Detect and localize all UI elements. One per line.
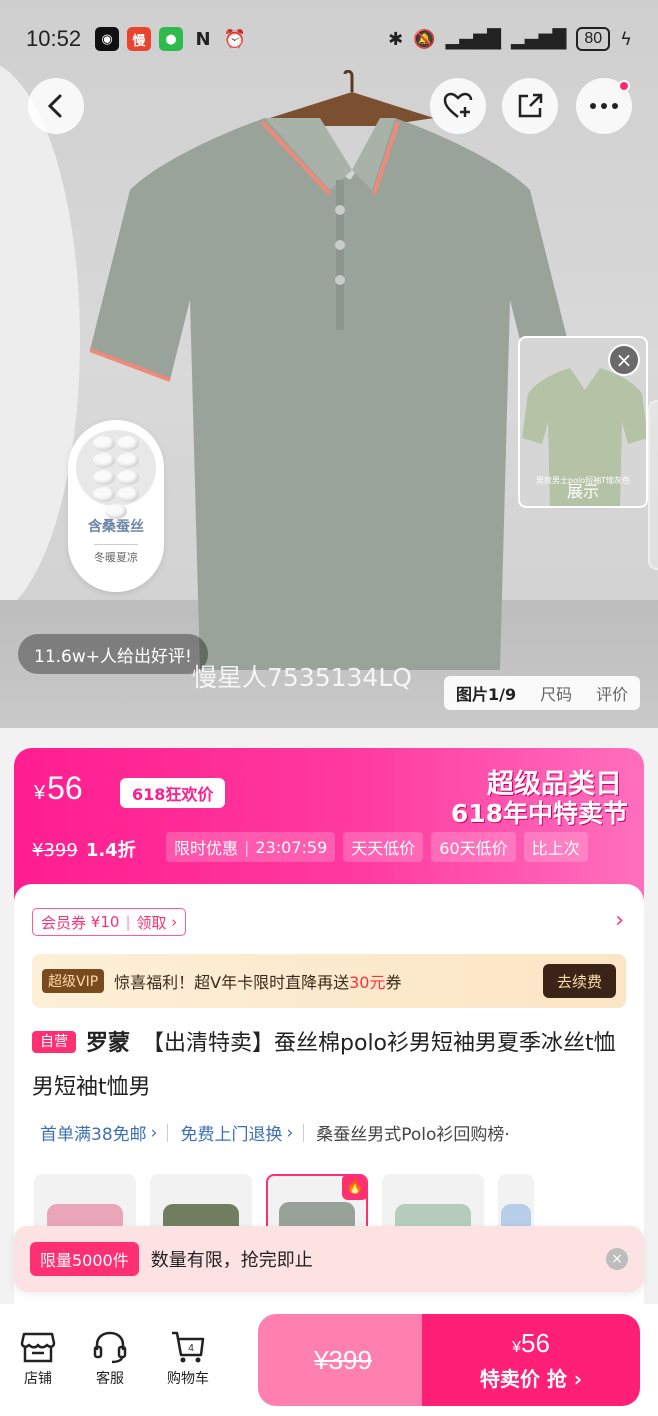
heart-plus-icon	[443, 92, 473, 118]
close-toast-button[interactable]: ×	[606, 1248, 628, 1270]
signal-icon: ▂▄▆█	[445, 28, 501, 50]
charging-icon: ϟ	[620, 28, 632, 50]
cocoon-image	[76, 430, 156, 519]
silk-badge-title: 含桑蚕丝	[88, 519, 144, 535]
chip-daily-low[interactable]: 天天低价	[343, 832, 424, 862]
bottom-action-bar: 店铺 客服 4 购物车 ¥399 ¥56 特卖价 抢 ›	[0, 1304, 658, 1416]
video-label: 展示	[566, 482, 599, 501]
festival-price-tag: 618狂欢价	[120, 778, 226, 808]
back-arrow-icon	[47, 94, 62, 118]
brand-name: 罗蒙	[86, 1031, 131, 1056]
more-dots-icon	[590, 103, 618, 109]
vip-text: 惊喜福利！超V年卡限时直降再送30元券	[114, 973, 402, 992]
buy-now-button[interactable]: ¥56 特卖价 抢 ›	[422, 1314, 640, 1406]
store-icon	[20, 1332, 56, 1363]
discount-rate: 1.4折	[85, 840, 136, 861]
side-panel-handle[interactable]	[648, 400, 658, 570]
review-count-pill: 11.6w+人给出好评!	[18, 634, 208, 674]
silk-feature-badge: 含桑蚕丝 冬暖夏凉	[68, 420, 164, 592]
ranking-link[interactable]: 桑蚕丝男式Polo衫回购榜·	[316, 1120, 510, 1145]
product-title: 自营 罗蒙 【出清特卖】蚕丝棉polo衫男短袖男夏季冰丝t恤男短袖t恤男	[32, 1031, 616, 1100]
renew-button[interactable]: 去续费	[542, 964, 616, 998]
chevron-right-icon: ›	[150, 1122, 158, 1143]
self-operated-tag: 自营	[32, 1031, 76, 1053]
share-icon	[518, 93, 543, 118]
clock: 10:52	[26, 26, 82, 51]
bluetooth-icon: ✱	[388, 28, 404, 50]
chip-compare-last[interactable]: 比上次	[523, 832, 588, 862]
qq-icon: ◉	[95, 27, 120, 51]
headset-icon	[93, 1331, 127, 1364]
tab-reviews[interactable]: 评价	[584, 681, 640, 705]
more-button[interactable]	[576, 78, 632, 134]
close-video-button[interactable]: ×	[608, 344, 640, 376]
status-bar: 10:52 ◉ 慢 ● N ⏰ ✱ 🔕 ▂▄▆█ ▂▄▆█ 80 ϟ	[0, 0, 658, 78]
alarm-icon: ⏰	[223, 28, 247, 50]
product-shirt-image	[90, 70, 570, 670]
signal-2-icon: ▂▄▆█	[510, 28, 567, 50]
limited-message: 数量有限，抢完即止	[150, 1250, 313, 1271]
chip-limited-time[interactable]: 限时优惠 | 23:07:59	[166, 832, 336, 862]
cart-button[interactable]: 4 购物车	[158, 1330, 218, 1388]
app-notification-icon: 慢	[127, 27, 152, 51]
chevron-right-icon[interactable]: ›	[615, 908, 624, 933]
festival-subtitle: 618年中特卖节	[450, 799, 628, 828]
cart-count: 4	[188, 1343, 194, 1354]
back-button[interactable]	[28, 78, 84, 134]
free-return-link[interactable]: 免费上门退换	[180, 1120, 282, 1145]
floating-video-preview[interactable]: × 男款男士polo短袖T恤灰色 展示	[518, 336, 648, 508]
free-shipping-link[interactable]: 首单满38免邮	[40, 1120, 147, 1145]
countdown-timer: 23:07:59	[255, 837, 328, 857]
silk-badge-subtitle: 冬暖夏凉	[94, 544, 138, 565]
original-price: ¥399 1.4折	[32, 840, 136, 861]
share-button[interactable]	[502, 78, 558, 134]
notification-dot	[618, 80, 630, 92]
image-tabs: 图片1/9 尺码 评价	[444, 676, 641, 710]
battery-icon: 80	[576, 27, 611, 51]
hot-fire-icon: 🔥	[342, 1176, 366, 1200]
image-watermark: 慢星人7535134LQ	[192, 663, 412, 692]
store-button[interactable]: 店铺	[8, 1330, 68, 1388]
product-image-gallery[interactable]: 含桑蚕丝 冬暖夏凉 × 男款男士polo短袖T恤灰色 展示 11.6w+人给出好…	[0, 0, 658, 728]
limited-quantity-toast: 限量5000件 数量有限，抢完即止 ×	[14, 1226, 644, 1292]
service-promos: 首单满38免邮 › 免费上门退换 › 桑蚕丝男式Polo衫回购榜·	[40, 1120, 644, 1146]
customer-service-button[interactable]: 客服	[80, 1330, 140, 1388]
mute-icon: 🔕	[413, 28, 436, 50]
member-coupon[interactable]: 会员券 ¥10 | 领取 ›	[32, 908, 187, 936]
vip-promo-bar[interactable]: 超级VIP 惊喜福利！超V年卡限时直降再送30元券 去续费	[32, 954, 626, 1008]
nfc-icon: N	[195, 28, 211, 50]
cart-icon: 4	[172, 1331, 205, 1363]
original-price-button[interactable]: ¥399	[258, 1314, 428, 1406]
buy-label: 特卖价 抢 ›	[479, 1367, 583, 1391]
chip-60-day-low[interactable]: 60天低价	[431, 832, 516, 862]
chevron-right-icon: ›	[286, 1122, 294, 1143]
vip-badge: 超级VIP	[42, 969, 105, 993]
buy-price: ¥56	[512, 1328, 550, 1358]
wechat-icon: ●	[159, 27, 184, 51]
status-indicators: ✱ 🔕 ▂▄▆█ ▂▄▆█ 80 ϟ	[388, 27, 632, 51]
favorite-button[interactable]	[430, 78, 486, 134]
sale-price: ¥56	[34, 770, 83, 806]
tab-images[interactable]: 图片1/9	[444, 681, 528, 705]
product-page: 含桑蚕丝 冬暖夏凉 × 男款男士polo短袖T恤灰色 展示 11.6w+人给出好…	[0, 0, 658, 1416]
promo-chips: 限时优惠 | 23:07:59 天天低价 60天低价 比上次	[166, 832, 588, 862]
limited-tag: 限量5000件	[30, 1242, 139, 1276]
tab-size[interactable]: 尺码	[528, 681, 584, 705]
